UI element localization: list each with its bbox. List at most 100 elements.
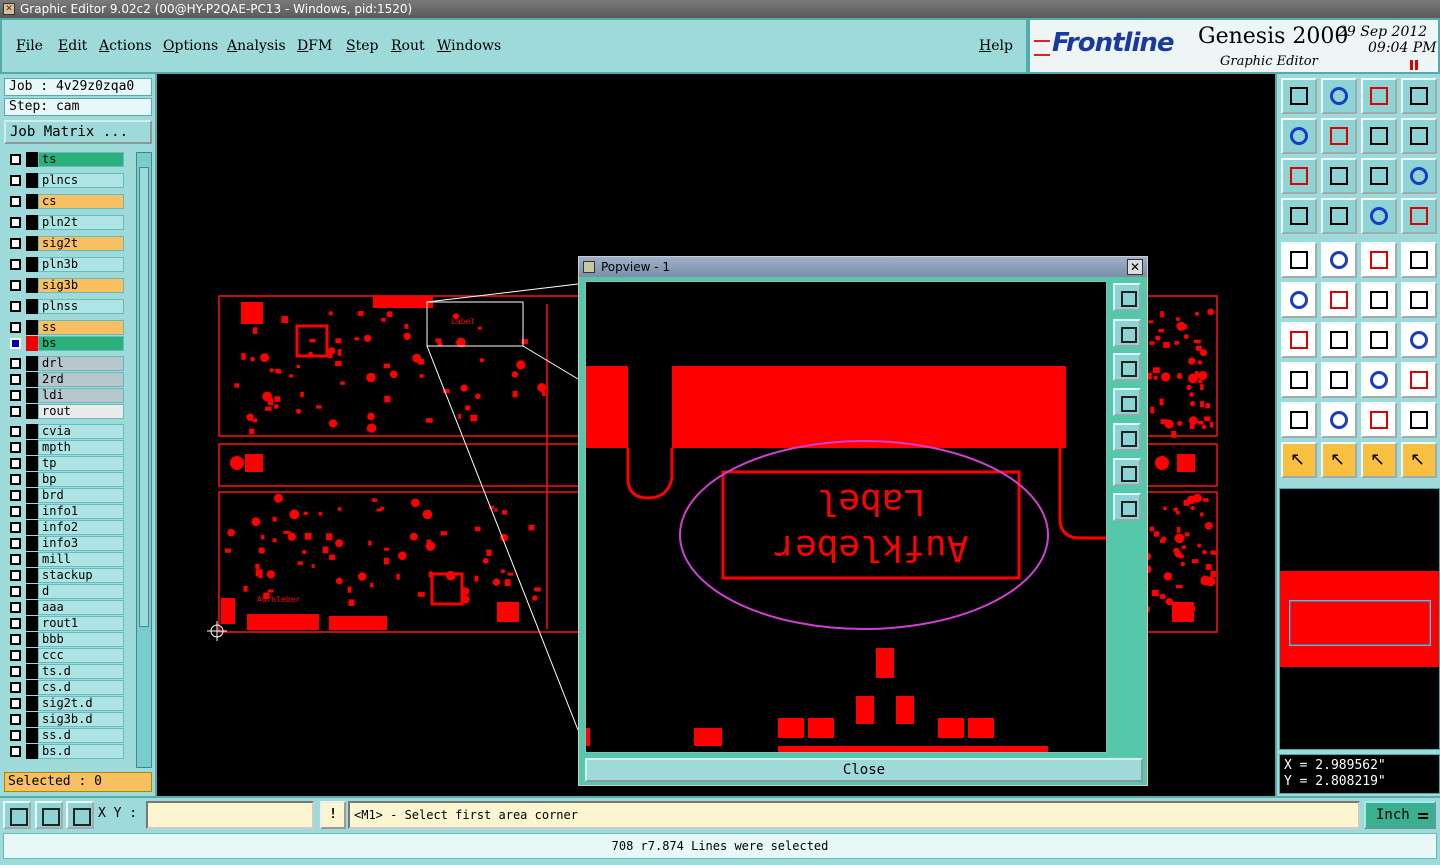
layer-color-swatch[interactable]: [26, 552, 38, 567]
layer-name[interactable]: info1: [38, 504, 124, 519]
layer-color-swatch[interactable]: [26, 696, 38, 711]
layer-row-bbb[interactable]: bbb: [4, 632, 126, 647]
layer-color-swatch[interactable]: [26, 680, 38, 695]
layer-checkbox[interactable]: [10, 322, 21, 333]
xy-input[interactable]: [146, 801, 314, 829]
layer-checkbox[interactable]: [10, 602, 21, 613]
layer-row-sig2t-d[interactable]: sig2t.d: [4, 696, 126, 711]
layer-name[interactable]: pln3b: [38, 257, 124, 272]
layer-checkbox[interactable]: [10, 196, 21, 207]
layer-name[interactable]: brd: [38, 488, 124, 503]
layer-checkbox[interactable]: [10, 586, 21, 597]
layer-color-swatch[interactable]: [26, 456, 38, 471]
layer-name[interactable]: info3: [38, 536, 124, 551]
layer-row-brd[interactable]: brd: [4, 488, 126, 503]
menu-dfm[interactable]: DFM: [297, 38, 332, 54]
layer-scrollbar[interactable]: [136, 152, 152, 768]
layer-row-stackup[interactable]: stackup: [4, 568, 126, 583]
layer-name[interactable]: cs: [38, 194, 124, 209]
layer-name[interactable]: bs.d: [38, 744, 124, 759]
layer-name[interactable]: 2rd: [38, 372, 124, 387]
layer-checkbox[interactable]: [10, 374, 21, 385]
layer-color-swatch[interactable]: [26, 472, 38, 487]
layer-row-sig2t[interactable]: sig2t: [4, 236, 126, 251]
layer-checkbox[interactable]: [10, 338, 21, 349]
window-layout-icon[interactable]: [1401, 78, 1437, 114]
layer-name[interactable]: aaa: [38, 600, 124, 615]
layer-row-bs-d[interactable]: bs.d: [4, 744, 126, 759]
layer-checkbox[interactable]: [10, 634, 21, 645]
popview-pan-down-icon[interactable]: [1113, 353, 1141, 381]
layer-row-ldi[interactable]: ldi: [4, 388, 126, 403]
layer-color-swatch[interactable]: [26, 632, 38, 647]
scrollbar-thumb[interactable]: [139, 167, 149, 627]
save-icon[interactable]: [1321, 78, 1357, 114]
layer-checkbox[interactable]: [10, 474, 21, 485]
layer-row-2rd[interactable]: 2rd: [4, 372, 126, 387]
layer-name[interactable]: ccc: [38, 648, 124, 663]
split-icon[interactable]: [1321, 362, 1357, 398]
menu-rout[interactable]: Rout: [391, 38, 425, 54]
layer-color-swatch[interactable]: [26, 152, 38, 167]
layer-row-ss[interactable]: ss: [4, 320, 126, 335]
popview-close-button[interactable]: Close: [585, 758, 1143, 782]
layer-row-tp[interactable]: tp: [4, 456, 126, 471]
layer-color-swatch[interactable]: [26, 404, 38, 419]
layer-row-sig3b[interactable]: sig3b: [4, 278, 126, 293]
layer-row-plncs[interactable]: plncs: [4, 173, 126, 188]
layer-name[interactable]: mpth: [38, 440, 124, 455]
cluster-icon[interactable]: [1401, 362, 1437, 398]
popview-zoom-out-icon[interactable]: [1113, 493, 1141, 521]
pin-icon[interactable]: [1321, 198, 1357, 234]
layer-row-bp[interactable]: bp: [4, 472, 126, 487]
menu-step[interactable]: Step: [346, 38, 378, 54]
popview-pan-right-icon[interactable]: [1113, 423, 1141, 451]
zoom-center-icon[interactable]: [1321, 158, 1357, 194]
layer-color-swatch[interactable]: [26, 336, 38, 351]
layer-name[interactable]: sig3b: [38, 278, 124, 293]
fit-screen-icon[interactable]: [1281, 158, 1317, 194]
select-box-icon[interactable]: ↖: [1321, 442, 1357, 478]
scale-1-2-icon[interactable]: [1361, 158, 1397, 194]
layer-color-swatch[interactable]: [26, 194, 38, 209]
pause-icon[interactable]: [1410, 60, 1418, 70]
menu-actions[interactable]: Actions: [99, 38, 152, 54]
layer-color-swatch[interactable]: [26, 584, 38, 599]
layer-name[interactable]: bs: [38, 336, 124, 351]
popview-canvas[interactable]: Label Aufkleber: [585, 281, 1107, 753]
menu-windows[interactable]: Windows: [437, 38, 501, 54]
menu-analysis[interactable]: Analysis: [227, 38, 286, 54]
layer-checkbox[interactable]: [10, 217, 21, 228]
move-node-icon[interactable]: [1361, 282, 1397, 318]
layer-row-bs[interactable]: bs: [4, 336, 126, 351]
layer-checkbox[interactable]: [10, 554, 21, 565]
layer-name[interactable]: bbb: [38, 632, 124, 647]
layer-checkbox[interactable]: [10, 490, 21, 501]
unit-selector[interactable]: Inch: [1364, 801, 1436, 829]
layer-color-swatch[interactable]: [26, 173, 38, 188]
layer-color-swatch[interactable]: [26, 388, 38, 403]
layer-checkbox[interactable]: [10, 406, 21, 417]
pad-select-icon[interactable]: [1281, 242, 1317, 278]
delete-node-icon[interactable]: [1321, 282, 1357, 318]
copy-pad-icon[interactable]: [1281, 362, 1317, 398]
layer-checkbox[interactable]: [10, 280, 21, 291]
overview-map[interactable]: [1279, 488, 1440, 750]
layer-row-pln2t[interactable]: pln2t: [4, 215, 126, 230]
ruler-icon[interactable]: [1361, 242, 1397, 278]
layer-color-swatch[interactable]: [26, 257, 38, 272]
layer-color-swatch[interactable]: [26, 504, 38, 519]
job-matrix-button[interactable]: Job Matrix ...: [4, 120, 152, 144]
triangle-up-icon[interactable]: [1321, 402, 1357, 438]
layer-color-swatch[interactable]: [26, 440, 38, 455]
connect-nodes-icon[interactable]: [1281, 282, 1317, 318]
layer-row-info1[interactable]: info1: [4, 504, 126, 519]
layer-checkbox[interactable]: [10, 570, 21, 581]
layer-name[interactable]: sig2t: [38, 236, 124, 251]
layer-checkbox[interactable]: [10, 175, 21, 186]
layer-name[interactable]: pln2t: [38, 215, 124, 230]
layer-name[interactable]: cs.d: [38, 680, 124, 695]
layer-color-swatch[interactable]: [26, 744, 38, 759]
menu-edit[interactable]: Edit: [58, 38, 87, 54]
help-icon[interactable]: [1401, 158, 1437, 194]
